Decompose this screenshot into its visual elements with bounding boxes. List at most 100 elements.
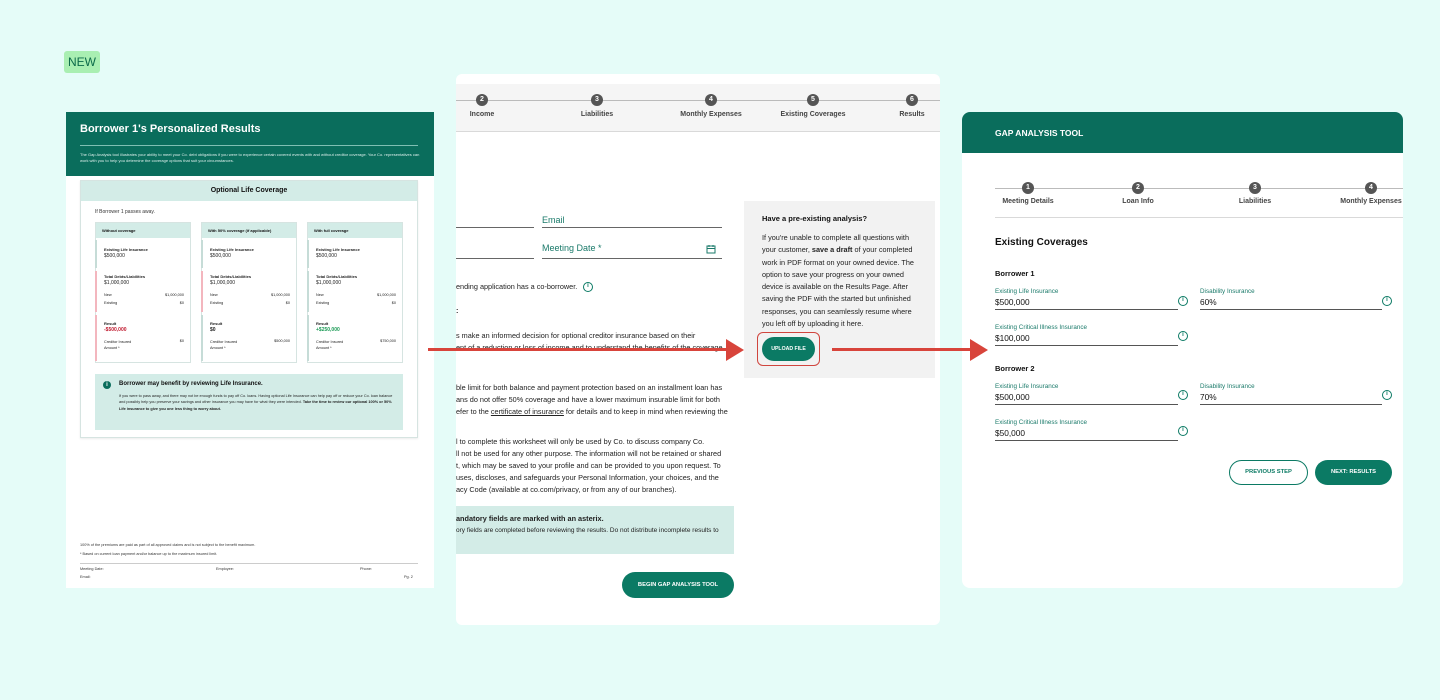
info-icon[interactable]: i bbox=[1382, 390, 1392, 400]
step-6-circle[interactable]: 6 bbox=[906, 94, 918, 106]
info-icon[interactable]: i bbox=[1178, 296, 1188, 306]
step-2-label[interactable]: Loan Info bbox=[1122, 198, 1154, 205]
existing-row-label: Existing bbox=[316, 301, 330, 305]
phone-label: Phone: bbox=[360, 567, 373, 571]
upload-file-button[interactable]: UPLOAD FILE bbox=[762, 337, 815, 361]
header-divider bbox=[80, 145, 418, 146]
disability-input[interactable]: 70% bbox=[1200, 392, 1217, 402]
existing-life-value: $500,000 bbox=[316, 253, 337, 259]
stepper-track bbox=[456, 100, 940, 101]
info-icon[interactable]: i bbox=[1178, 331, 1188, 341]
page-number: Pg. 2 bbox=[404, 575, 413, 579]
step-4-label[interactable]: Monthly Expenses bbox=[680, 111, 741, 118]
input-underline bbox=[1200, 309, 1382, 310]
mandatory-fields-notice: andatory fields are marked with an aster… bbox=[456, 506, 734, 554]
debts-value: $1,000,000 bbox=[316, 280, 342, 286]
borrower-1-title: Borrower 1 bbox=[995, 269, 1035, 278]
debts-label: Total Debts/Liabilities bbox=[316, 274, 358, 279]
limit-paragraph-line: efer to the certificate of insurance for… bbox=[456, 407, 728, 416]
input-underline bbox=[995, 440, 1178, 441]
input-underline bbox=[995, 404, 1178, 405]
field-underline[interactable] bbox=[456, 227, 534, 228]
tool-header: GAP ANALYSIS TOOL bbox=[962, 112, 1403, 153]
existing-life-value: $500,000 bbox=[104, 253, 125, 259]
existing-row-label: Existing bbox=[104, 301, 118, 305]
step-3-circle[interactable]: 3 bbox=[591, 94, 603, 106]
life-insurance-input[interactable]: $500,000 bbox=[995, 297, 1030, 307]
debts-value: $1,000,000 bbox=[104, 280, 130, 286]
result-label: Result bbox=[316, 321, 329, 326]
divider-line bbox=[201, 240, 203, 268]
employee-label: Employee: bbox=[216, 567, 234, 571]
privacy-paragraph-line: acy Code (available at co.com/privacy, o… bbox=[456, 485, 677, 494]
pre-existing-analysis-box: Have a pre-existing analysis? If you're … bbox=[744, 201, 935, 378]
existing-life-label: Existing Life Insurance bbox=[210, 247, 254, 252]
cia-value: $0 bbox=[179, 339, 184, 343]
next-results-button[interactable]: NEXT: RESULTS bbox=[1315, 460, 1392, 485]
step-5-label[interactable]: Existing Coverages bbox=[781, 111, 846, 118]
card-title: Optional Life Coverage bbox=[81, 181, 417, 201]
previous-step-button[interactable]: PREVIOUS STEP bbox=[1229, 460, 1308, 485]
info-icon[interactable]: i bbox=[1178, 390, 1188, 400]
tool-title: GAP ANALYSIS TOOL bbox=[995, 128, 1084, 138]
new-value: $1,000,000 bbox=[164, 293, 184, 297]
debts-label: Total Debts/Liabilities bbox=[104, 274, 146, 279]
existing-life-value: $500,000 bbox=[210, 253, 231, 259]
results-header: Borrower 1's Personalized Results The Ga… bbox=[66, 112, 434, 176]
step-4-circle[interactable]: 4 bbox=[1365, 182, 1377, 194]
info-icon[interactable]: i bbox=[583, 282, 593, 292]
pre-existing-text: If you're unable to complete all questio… bbox=[762, 233, 914, 329]
field-underline[interactable] bbox=[456, 258, 534, 259]
meeting-date-field[interactable]: Meeting Date * bbox=[542, 243, 602, 253]
critical-illness-input[interactable]: $100,000 bbox=[995, 333, 1030, 343]
divider-line bbox=[201, 271, 203, 312]
note-title: Borrower may benefit by reviewing Life I… bbox=[119, 381, 263, 387]
column-header: With full coverage bbox=[308, 223, 402, 238]
email-field[interactable]: Email bbox=[542, 215, 565, 225]
new-value: $1,000,000 bbox=[376, 293, 396, 297]
step-6-label[interactable]: Results bbox=[899, 111, 924, 118]
existing-row-value: $0 bbox=[179, 301, 184, 305]
arrow-right-icon bbox=[726, 339, 744, 361]
debts-label: Total Debts/Liabilities bbox=[210, 274, 252, 279]
info-icon[interactable]: i bbox=[1382, 296, 1392, 306]
critical-illness-label: Existing Critical Illness Insurance bbox=[995, 419, 1088, 426]
column-header: Without coverage bbox=[96, 223, 190, 238]
begin-gap-analysis-button[interactable]: BEGIN GAP ANALYSIS TOOL bbox=[622, 572, 734, 598]
email-underline[interactable] bbox=[542, 227, 722, 228]
divider-line bbox=[95, 240, 97, 268]
stepper-track bbox=[995, 188, 1403, 189]
info-icon[interactable]: i bbox=[1178, 426, 1188, 436]
disability-input[interactable]: 60% bbox=[1200, 297, 1217, 307]
pre-existing-title: Have a pre-existing analysis? bbox=[762, 214, 868, 223]
limit-paragraph-line: ble limit for both balance and payment p… bbox=[456, 383, 723, 392]
calendar-icon[interactable] bbox=[706, 241, 716, 254]
step-4-circle[interactable]: 4 bbox=[705, 94, 717, 106]
progress-stepper: 2 Income 3 Liabilities 4 Monthly Expense… bbox=[456, 84, 940, 132]
privacy-paragraph-line: l to complete this worksheet will only b… bbox=[456, 437, 705, 446]
step-2-circle[interactable]: 2 bbox=[1132, 182, 1144, 194]
email-label: Email: bbox=[80, 575, 91, 579]
step-4-label[interactable]: Monthly Expenses bbox=[1340, 198, 1401, 205]
divider-line bbox=[201, 315, 203, 361]
cia-label: Creditor Insured Amount * bbox=[316, 340, 344, 350]
input-underline bbox=[995, 345, 1178, 346]
step-2-circle[interactable]: 2 bbox=[476, 94, 488, 106]
existing-row-value: $0 bbox=[285, 301, 290, 305]
certificate-link[interactable]: certificate of insurance bbox=[491, 407, 564, 416]
existing-life-label: Existing Life Insurance bbox=[104, 247, 148, 252]
meeting-date-underline[interactable] bbox=[542, 258, 722, 259]
note-body: If you were to pass away, and there may … bbox=[119, 394, 393, 411]
life-insurance-input[interactable]: $500,000 bbox=[995, 392, 1030, 402]
step-3-label[interactable]: Liabilities bbox=[1239, 198, 1271, 205]
critical-illness-input[interactable]: $50,000 bbox=[995, 428, 1025, 438]
step-5-circle[interactable]: 5 bbox=[807, 94, 819, 106]
step-3-circle[interactable]: 3 bbox=[1249, 182, 1261, 194]
new-badge: NEW bbox=[64, 51, 100, 73]
step-3-label[interactable]: Liabilities bbox=[581, 111, 613, 118]
step-2-label[interactable]: Income bbox=[470, 111, 495, 118]
step-1-circle[interactable]: 1 bbox=[1022, 182, 1034, 194]
meeting-date-label: Meeting Date: bbox=[80, 567, 104, 571]
life-insurance-label: Existing Life Insurance bbox=[995, 288, 1059, 295]
step-1-label[interactable]: Meeting Details bbox=[1002, 198, 1053, 205]
